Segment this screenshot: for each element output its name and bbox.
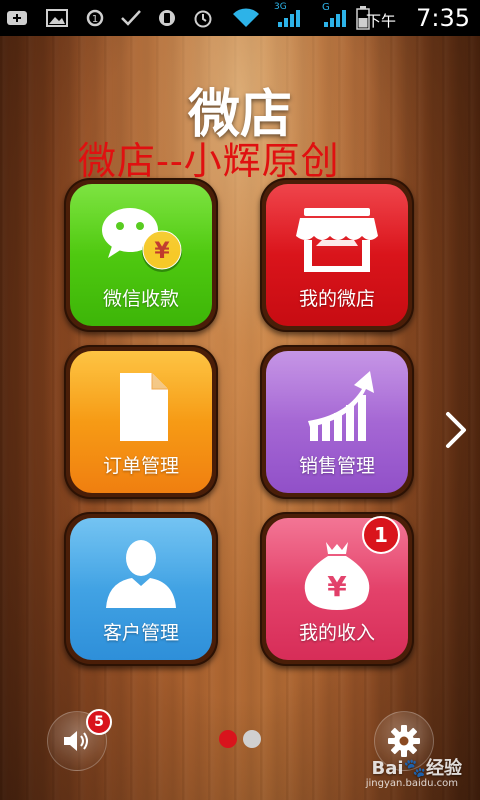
tile-wechat-pay[interactable]: ¥ 微信收款 [64,178,218,332]
document-icon [120,373,168,441]
tile-sales[interactable]: 销售管理 [260,345,414,499]
image-icon [46,9,68,27]
tile-customers-label: 客户管理 [102,622,179,644]
tile-wechat-pay-label: 微信收款 [102,288,179,310]
chevron-right-icon[interactable] [440,410,470,450]
page-dot-2[interactable] [243,730,261,748]
status-bar: 1 3G G 下午 7:35 [0,0,480,36]
sales-chart-icon [308,371,374,441]
wechat-pay-icon: ¥ [102,208,182,272]
signal-3g-icon [278,10,300,27]
tile-customers-face: 客户管理 [70,518,212,660]
tile-income[interactable]: ¥ 我的收入 1 [260,512,414,666]
add-icon [7,11,27,25]
tile-customers[interactable]: 客户管理 [64,512,218,666]
svg-text:1: 1 [92,14,98,25]
tile-sales-label: 销售管理 [298,455,375,477]
tile-income-label: 我的收入 [298,622,375,644]
tile-orders[interactable]: 订单管理 [64,345,218,499]
tile-my-store-face: 我的微店 [266,184,408,326]
currency-symbol: ¥ [327,570,347,603]
speaker-icon [64,731,88,751]
income-notification-badge: 1 [362,516,400,554]
check-icon [121,10,141,26]
alarm-icon [194,10,212,28]
page-dot-1[interactable] [219,730,237,748]
tile-orders-label: 订单管理 [102,455,179,477]
customer-icon [106,540,176,608]
sound-notification-badge: 5 [86,709,112,735]
tile-orders-face: 订单管理 [70,351,212,493]
tile-wechat-pay-face: ¥ 微信收款 [70,184,212,326]
sync-icon: 1 [86,9,104,27]
storefront-icon [296,208,378,272]
status-ampm: 下午 [365,12,396,30]
page-subtitle: 微店--小辉原创 [78,139,340,183]
gear-icon [388,725,420,757]
tile-my-store-label: 我的微店 [298,288,375,310]
currency-symbol: ¥ [154,239,170,264]
tile-my-store[interactable]: 我的微店 [260,178,414,332]
status-time: 7:35 [416,4,470,32]
vibrate-icon [159,10,175,26]
wifi-icon [233,8,259,27]
tile-sales-face: 销售管理 [266,351,408,493]
signal-g-icon [324,10,346,27]
watermark-url: jingyan.baidu.com [365,778,458,789]
watermark-brand: Bai🐾经验 [371,758,462,779]
